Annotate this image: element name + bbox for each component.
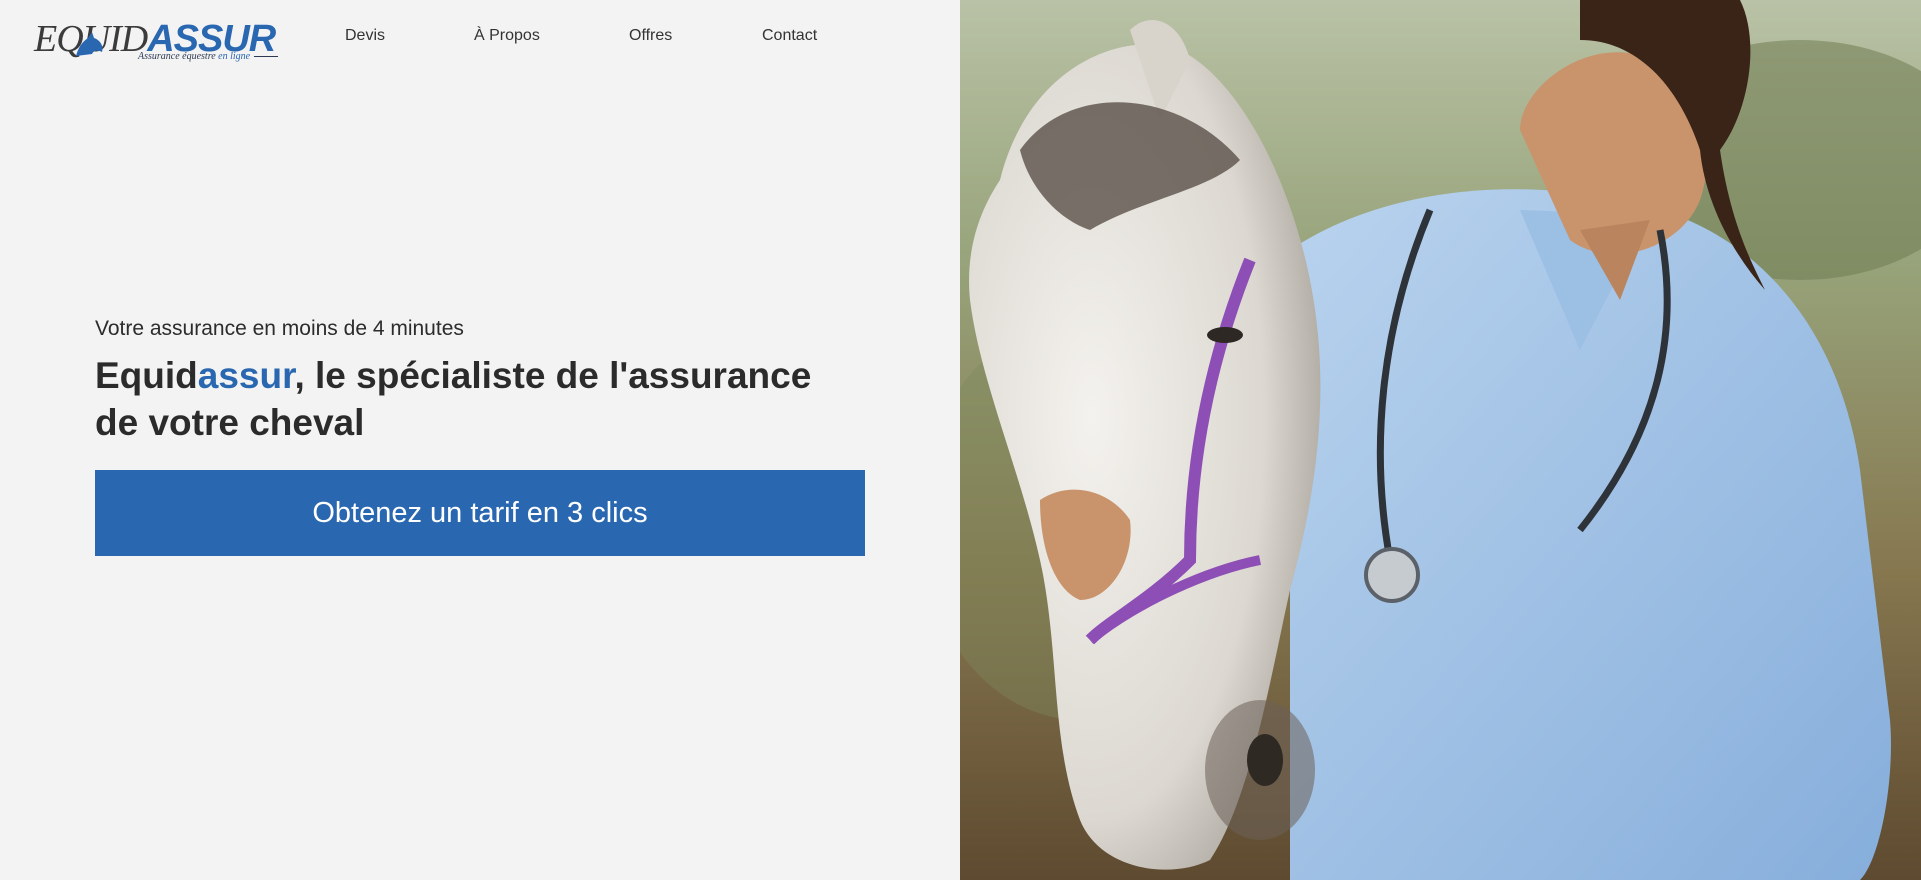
nav-item-offres[interactable]: Offres: [629, 27, 672, 45]
hero-left-panel: EQUIDASSUR Assurance équestre en ligne D…: [0, 0, 960, 880]
nav-item-devis[interactable]: Devis: [345, 27, 385, 45]
horse-head-icon: [76, 32, 103, 56]
hero-image-panel: [960, 0, 1921, 880]
nav-item-contact[interactable]: Contact: [762, 27, 817, 45]
logo-tagline-highlight: en ligne: [218, 51, 251, 62]
vet-with-horse-photo: [960, 0, 1921, 880]
hero-eyebrow: Votre assurance en moins de 4 minutes: [95, 317, 464, 340]
logo-tagline: Assurance équestre en ligne: [138, 51, 279, 62]
logo-tagline-main: Assurance équestre: [138, 51, 216, 62]
headline-brand-plain: Equid: [95, 355, 198, 396]
logo-tagline-rule: [254, 56, 279, 58]
hero-headline: Equidassur, le spécialiste de l'assuranc…: [95, 352, 855, 446]
get-quote-button[interactable]: Obtenez un tarif en 3 clics: [95, 470, 865, 556]
site-logo[interactable]: EQUIDASSUR Assurance équestre en ligne: [34, 18, 286, 66]
nav-item-a-propos[interactable]: À Propos: [474, 27, 540, 45]
headline-brand-accent: assur: [197, 355, 295, 396]
